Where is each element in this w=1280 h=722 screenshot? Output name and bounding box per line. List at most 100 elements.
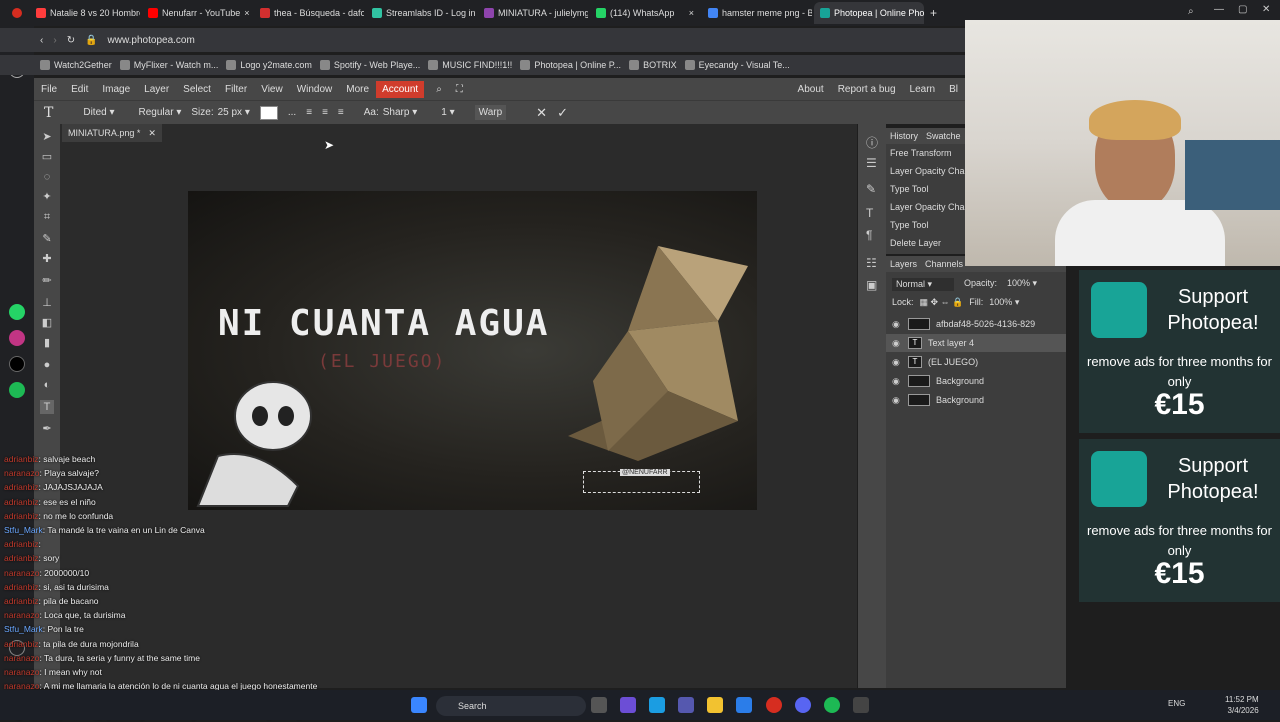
blur-tool-icon[interactable]: ● — [40, 358, 54, 372]
windows-start-icon[interactable] — [411, 697, 427, 713]
document-tab[interactable]: MINIATURA.png * ✕ — [62, 124, 162, 142]
paragraph-icon[interactable]: ¶ — [866, 228, 872, 242]
maximize-icon[interactable]: ▢ — [1238, 4, 1247, 15]
type-tool-icon[interactable]: T — [40, 400, 54, 414]
menu-window[interactable]: Window — [290, 84, 340, 95]
layers-panel-tab[interactable]: Layers — [890, 259, 917, 269]
brush-tool-icon[interactable]: ✏ — [40, 274, 54, 288]
bookmark-item[interactable]: Eyecandy - Visual Te... — [684, 60, 790, 70]
url-field[interactable]: www.photopea.com — [108, 35, 195, 46]
eraser-icon[interactable]: ◧ — [40, 316, 54, 330]
type-tool-icon[interactable]: T — [44, 105, 53, 121]
align-right-icon[interactable]: ≡ — [338, 107, 344, 118]
history-item[interactable]: Delete Layer — [886, 234, 965, 252]
support-ad-top[interactable]: Support Photopea! remove ads for three m… — [1079, 270, 1280, 433]
opacity-input[interactable]: 100% ▾ — [1007, 278, 1037, 291]
cancel-icon[interactable]: ✕ — [536, 105, 547, 121]
minimize-icon[interactable]: — — [1214, 4, 1224, 15]
menu-more[interactable]: More — [339, 84, 376, 95]
visibility-eye-icon[interactable]: ◉ — [892, 395, 902, 406]
teams-icon[interactable] — [678, 697, 694, 713]
align-center-icon[interactable]: ≡ — [322, 107, 328, 118]
layer-row[interactable]: ◉ Background — [886, 372, 1066, 390]
image-panel-icon[interactable]: ▣ — [866, 278, 877, 292]
leading-select[interactable]: 1 ▾ — [441, 107, 454, 118]
edge-icon[interactable] — [649, 697, 665, 713]
bookmark-item[interactable]: Photopea | Online P... — [520, 60, 621, 70]
character-icon[interactable]: T — [866, 206, 873, 220]
history-panel-tab[interactable]: Swatche — [926, 131, 961, 141]
browser-tab[interactable]: Natalie 8 vs 20 Hombres× — [30, 2, 140, 24]
align-left-icon[interactable]: ≡ — [306, 107, 312, 118]
streamlabs-icon[interactable] — [853, 697, 869, 713]
browser-tab[interactable]: thea - Búsqueda - dafont× — [254, 2, 364, 24]
visibility-eye-icon[interactable]: ◉ — [892, 338, 902, 349]
bookmark-item[interactable]: MUSIC FIND!!!1!! — [428, 60, 512, 70]
opera-taskbar-icon[interactable] — [766, 697, 782, 713]
discord-icon[interactable] — [795, 697, 811, 713]
store-icon[interactable] — [736, 697, 752, 713]
browser-tab[interactable]: Streamlabs ID - Log in× — [366, 2, 476, 24]
move-tool-icon[interactable]: ➤ — [40, 130, 54, 144]
dodge-tool-icon[interactable]: ◐ — [40, 378, 54, 392]
menu-view[interactable]: View — [254, 84, 290, 95]
layer-row[interactable]: ◉ afbdaf48-5026-4136-829 — [886, 315, 1066, 333]
history-item[interactable]: Layer Opacity Chan — [886, 198, 965, 216]
history-panel-tab[interactable]: History — [890, 131, 918, 141]
history-item[interactable]: Layer Opacity Chan — [886, 162, 965, 180]
font-style-select[interactable]: Regular ▾ — [139, 107, 182, 118]
opera-icon[interactable] — [12, 8, 22, 18]
browser-tab[interactable]: MINIATURA - julielymgon× — [478, 2, 588, 24]
properties-icon[interactable]: ☰ — [866, 156, 877, 170]
bookmark-item[interactable]: BOTRIX — [629, 60, 677, 70]
menu-right-item[interactable]: Report a bug — [831, 84, 903, 95]
whatsapp-icon[interactable] — [9, 304, 25, 320]
fill-input[interactable]: 100% ▾ — [989, 297, 1019, 308]
spotify-taskbar-icon[interactable] — [824, 697, 840, 713]
explorer-icon[interactable] — [707, 697, 723, 713]
blend-mode-select[interactable]: Normal ▾ — [892, 278, 954, 291]
new-tab-icon[interactable]: + — [930, 6, 937, 20]
menu-image[interactable]: Image — [95, 84, 137, 95]
bookmark-item[interactable]: Spotify - Web Playe... — [319, 60, 420, 70]
more-options[interactable]: ... — [288, 107, 296, 118]
crop-tool-icon[interactable]: ⌗ — [40, 210, 54, 224]
menu-right-item[interactable]: Learn — [903, 84, 943, 95]
close-window-icon[interactable]: ✕ — [1262, 4, 1270, 15]
menu-edit[interactable]: Edit — [64, 84, 95, 95]
close-doc-icon[interactable]: ✕ — [148, 128, 156, 139]
support-ad-bottom[interactable]: Support Photopea! remove ads for three m… — [1079, 439, 1280, 602]
account-menu[interactable]: Account — [376, 80, 425, 98]
layers-panel-tab[interactable]: Channels — [925, 259, 963, 269]
fullscreen-icon[interactable]: ⛶ — [456, 84, 463, 95]
layers-panel-icon[interactable]: ☷ — [866, 256, 877, 270]
reload-icon[interactable]: ↻ — [67, 35, 75, 46]
stamp-tool-icon[interactable]: ⊥ — [40, 296, 54, 310]
browser-tab[interactable]: Photopea | Online Photo× — [814, 2, 924, 24]
browser-tab[interactable]: hamster meme png - Bus× — [702, 2, 812, 24]
browser-tab[interactable]: (114) WhatsApp × — [590, 2, 700, 24]
pen-tool-icon[interactable]: ✒ — [40, 422, 54, 436]
search-icon[interactable]: ⌕ — [436, 84, 442, 95]
lasso-tool-icon[interactable]: ◌ — [40, 170, 54, 184]
tab-close-icon[interactable]: × — [689, 8, 694, 18]
eyedropper-icon[interactable]: ✎ — [40, 232, 54, 246]
brush-panel-icon[interactable]: ✎ — [866, 182, 876, 196]
menu-file[interactable]: File — [34, 84, 64, 95]
system-clock[interactable]: 11:52 PM 3/4/2026 — [1225, 694, 1259, 716]
history-item[interactable]: Free Transform — [886, 144, 965, 162]
visibility-eye-icon[interactable]: ◉ — [892, 319, 902, 330]
warp-button[interactable]: Warp — [474, 105, 507, 120]
task-view-icon[interactable] — [591, 697, 607, 713]
language-indicator[interactable]: ENG — [1168, 699, 1185, 708]
menu-filter[interactable]: Filter — [218, 84, 254, 95]
back-icon[interactable]: ‹ — [40, 35, 43, 46]
tab-close-icon[interactable]: × — [244, 8, 249, 18]
forward-icon[interactable]: › — [53, 35, 56, 46]
marquee-tool-icon[interactable]: ▭ — [40, 150, 54, 164]
history-item[interactable]: Type Tool — [886, 180, 965, 198]
magic-wand-icon[interactable]: ✦ — [40, 190, 54, 204]
bookmark-item[interactable]: Logo y2mate.com — [226, 60, 312, 70]
lock-icons[interactable]: ▦ ✥ ⇔ 🔒 — [920, 297, 964, 308]
antialias-select[interactable]: Sharp ▾ — [383, 107, 418, 118]
